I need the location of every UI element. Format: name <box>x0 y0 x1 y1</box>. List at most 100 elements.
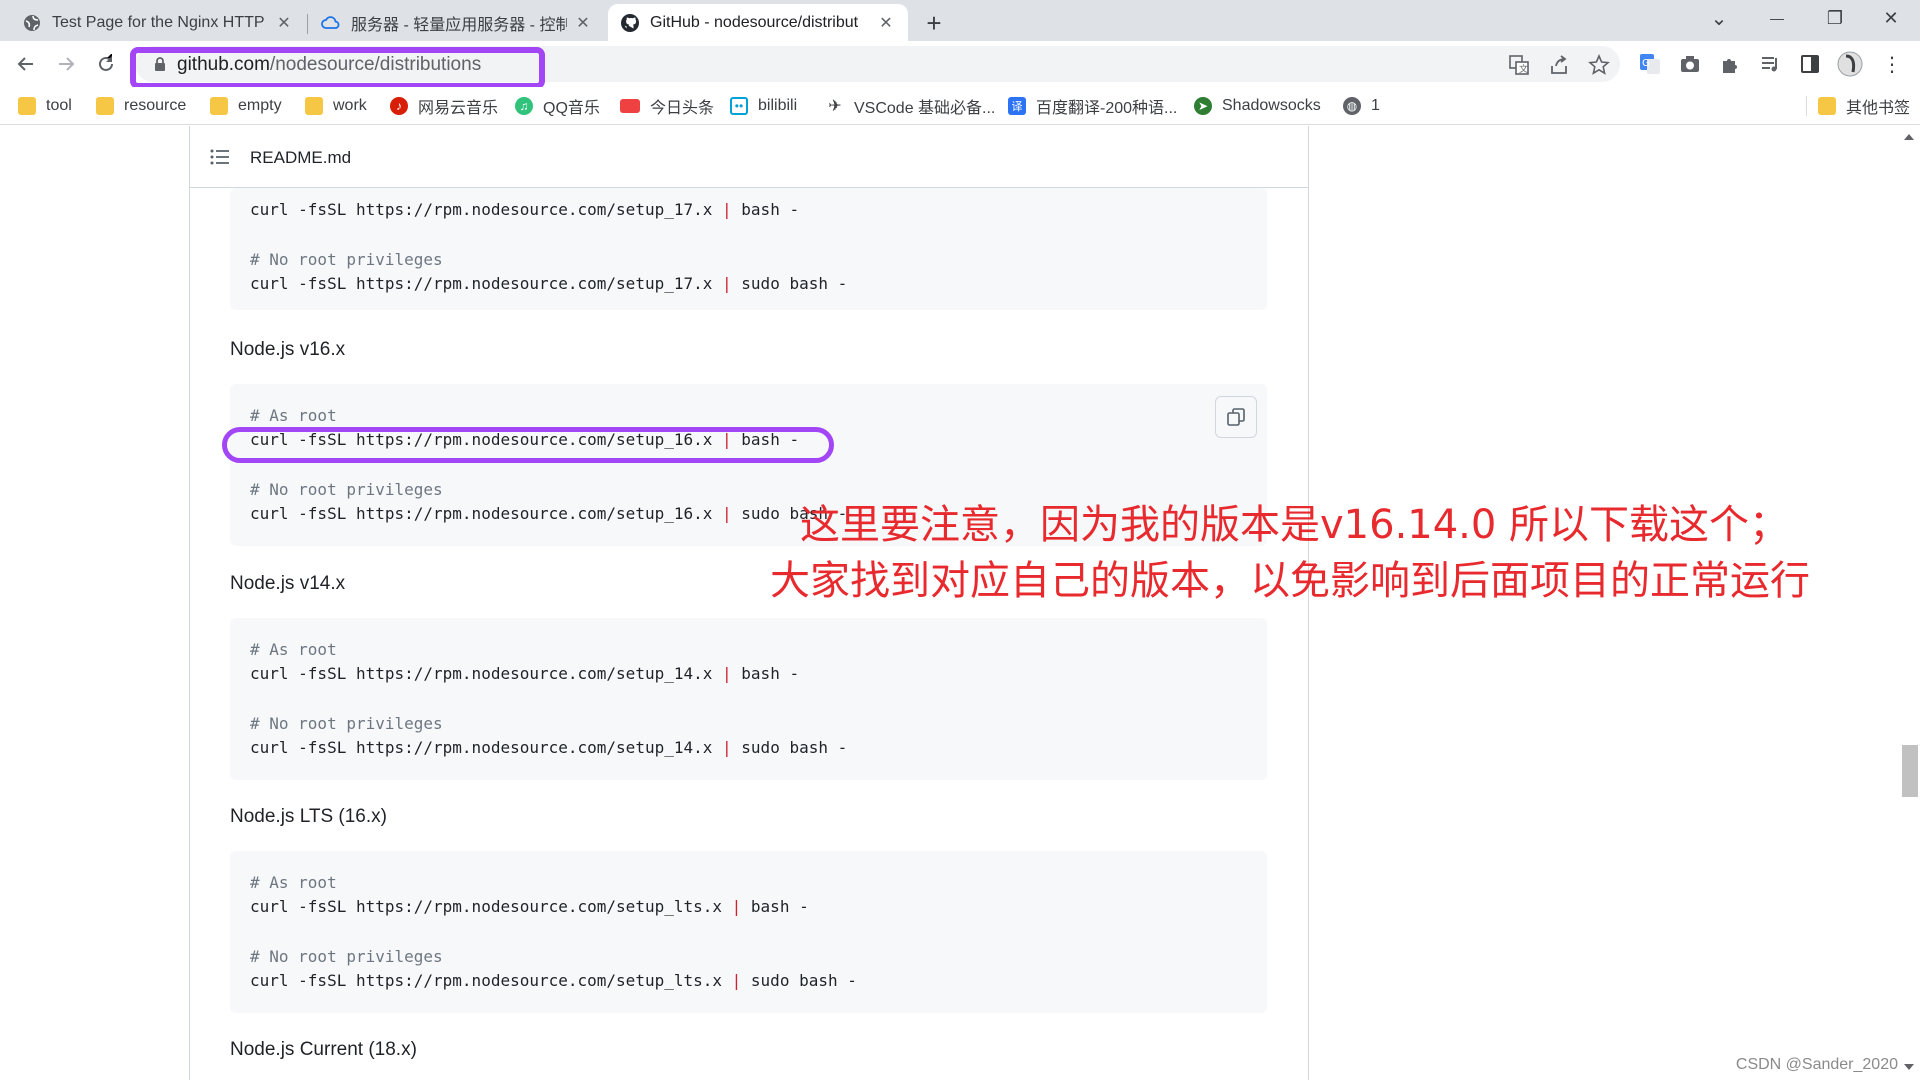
bookmark-label: empty <box>238 97 282 114</box>
code-comment: # As root <box>250 873 337 892</box>
bookmark-1[interactable]: ◍ 1 <box>1343 95 1380 117</box>
section-heading-v14: Node.js v14.x <box>230 573 346 594</box>
tab-separator <box>307 14 308 34</box>
bookmark-shadowsocks[interactable]: ➤ Shadowsocks <box>1194 95 1321 117</box>
close-icon[interactable]: ✕ <box>876 13 896 33</box>
bookmark-netease-music[interactable]: ♪ 网易云音乐 <box>390 95 498 117</box>
bookmark-label: 1 <box>1371 97 1380 114</box>
bookmark-label: 网易云音乐 <box>418 100 499 117</box>
code-comment: # As root <box>250 406 337 425</box>
toutiao-icon <box>620 99 640 113</box>
tab-search-dropdown[interactable]: ⌄ <box>1690 0 1748 36</box>
cloud-icon <box>321 13 341 33</box>
page-scrollbar[interactable] <box>1900 126 1920 1080</box>
bookmark-label: resource <box>124 97 187 114</box>
list-icon[interactable] <box>210 148 230 166</box>
svg-text:G: G <box>1642 58 1650 69</box>
bookmark-label: tool <box>46 97 72 114</box>
bookmark-label: VSCode 基础必备... <box>854 100 996 117</box>
code-comment: # As root <box>250 640 337 659</box>
bookmark-toutiao[interactable]: 今日头条 <box>620 95 714 117</box>
url-highlight-annotation <box>130 47 545 89</box>
folder-icon <box>1818 97 1836 115</box>
scroll-up-arrow-icon[interactable] <box>1904 134 1914 140</box>
folder-icon <box>96 97 114 115</box>
code-comment: # No root privileges <box>250 714 443 733</box>
bookmark-label: bilibili <box>758 97 798 114</box>
svg-text:文: 文 <box>1519 63 1528 75</box>
bookmark-label: 百度翻译-200种语... <box>1036 100 1178 117</box>
tab-github-distributions[interactable]: GitHub - nodesource/distribut ✕ <box>608 4 908 41</box>
code-line[interactable]: curl -fsSL https://rpm.nodesource.com/se… <box>250 198 799 222</box>
bookmark-bilibili[interactable]: •• bilibili <box>730 95 797 117</box>
restore-button[interactable]: ❐ <box>1806 0 1864 36</box>
folder-icon <box>18 97 36 115</box>
vscode-icon: ✈ <box>828 98 842 115</box>
annotation-line-1: 这里要注意，因为我的版本是v16.14.0 所以下载这个； <box>800 502 1790 548</box>
readme-header: README.md <box>190 126 1308 188</box>
reload-button[interactable] <box>90 48 122 80</box>
bookmarks-bar: tool resource empty work ♪ 网易云音乐 ♫ QQ音乐 今日… <box>0 87 1920 125</box>
bookmark-qq-music[interactable]: ♫ QQ音乐 <box>515 95 600 117</box>
new-tab-button[interactable]: + <box>919 8 949 38</box>
media-control-icon[interactable] <box>1756 50 1784 78</box>
command-highlight-annotation <box>222 427 834 463</box>
scroll-down-arrow-icon[interactable] <box>1904 1064 1914 1070</box>
folder-icon <box>210 97 228 115</box>
tab-title: 服务器 - 轻量应用服务器 - 控制台 <box>351 16 567 34</box>
bookmark-other[interactable]: 其他书签 <box>1818 95 1910 117</box>
bilibili-icon: •• <box>730 97 748 115</box>
back-button[interactable] <box>10 48 42 80</box>
bookmark-empty[interactable]: empty <box>210 95 282 117</box>
translate-icon[interactable]: 文 <box>1507 53 1531 77</box>
bookmark-label: 其他书签 <box>1846 100 1911 117</box>
bookmark-baidu-translate[interactable]: 译百度翻译-200种语... <box>1008 95 1177 117</box>
code-line[interactable]: curl -fsSL https://rpm.nodesource.com/se… <box>250 662 799 686</box>
annotation-line-2: 大家找到对应自己的版本，以免影响到后面项目的正常运行 <box>770 558 1810 604</box>
copy-button[interactable] <box>1215 396 1257 438</box>
extensions-icon[interactable] <box>1716 50 1744 78</box>
profile-avatar[interactable] <box>1836 50 1864 78</box>
tab-nginx-test-page[interactable]: Test Page for the Nginx HTTP S ✕ <box>10 4 306 41</box>
code-line[interactable]: curl -fsSL https://rpm.nodesource.com/se… <box>250 272 847 296</box>
code-comment: # No root privileges <box>250 947 443 966</box>
bookmark-resource[interactable]: resource <box>96 95 186 117</box>
code-comment: # No root privileges <box>250 250 443 269</box>
minimize-button[interactable]: — <box>1748 0 1806 36</box>
section-heading-v16: Node.js v16.x <box>230 339 346 360</box>
close-window-button[interactable]: ✕ <box>1862 0 1920 36</box>
code-comment: # No root privileges <box>250 480 443 499</box>
readme-title: README.md <box>250 148 352 167</box>
forward-button[interactable] <box>50 48 82 80</box>
close-icon[interactable]: ✕ <box>573 13 593 33</box>
bookmark-label: 今日头条 <box>650 100 715 117</box>
code-line[interactable]: curl -fsSL https://rpm.nodesource.com/se… <box>250 736 847 760</box>
code-line[interactable]: curl -fsSL https://rpm.nodesource.com/se… <box>250 969 857 993</box>
menu-dots-icon[interactable]: ⋮ <box>1878 50 1906 78</box>
code-line[interactable]: curl -fsSL https://rpm.nodesource.com/se… <box>250 502 847 526</box>
code-block-lts: # As root curl -fsSL https://rpm.nodesou… <box>230 851 1267 1013</box>
bookmark-label: Shadowsocks <box>1222 97 1321 114</box>
tab-server-console[interactable]: 服务器 - 轻量应用服务器 - 控制台 ✕ <box>309 4 605 41</box>
camera-icon[interactable] <box>1676 50 1704 78</box>
close-icon[interactable]: ✕ <box>274 13 294 33</box>
section-heading-current: Node.js Current (18.x) <box>230 1039 417 1060</box>
code-line[interactable]: curl -fsSL https://rpm.nodesource.com/se… <box>250 895 809 919</box>
section-heading-lts: Node.js LTS (16.x) <box>230 806 387 827</box>
scrollbar-thumb[interactable] <box>1902 745 1918 797</box>
watermark: CSDN @Sander_2020 <box>1735 1056 1898 1073</box>
code-block-v17: curl -fsSL https://rpm.nodesource.com/se… <box>230 188 1267 310</box>
bookmark-work[interactable]: work <box>305 95 367 117</box>
folder-icon <box>305 97 323 115</box>
share-icon[interactable] <box>1547 53 1571 77</box>
bookmark-vscode[interactable]: ✈ VSCode 基础必备... <box>826 95 995 117</box>
github-icon <box>620 13 640 33</box>
tab-strip: Test Page for the Nginx HTTP S ✕ 服务器 - 轻… <box>0 0 1920 41</box>
star-icon[interactable] <box>1587 53 1611 77</box>
arrow-right-icon <box>59 57 75 71</box>
bookmark-tool[interactable]: tool <box>18 95 72 117</box>
side-panel-icon[interactable] <box>1796 50 1824 78</box>
google-translate-extension-icon[interactable]: G <box>1636 50 1664 78</box>
tab-title: GitHub - nodesource/distribut <box>650 13 859 31</box>
code-block-v14: # As root curl -fsSL https://rpm.nodesou… <box>230 618 1267 780</box>
